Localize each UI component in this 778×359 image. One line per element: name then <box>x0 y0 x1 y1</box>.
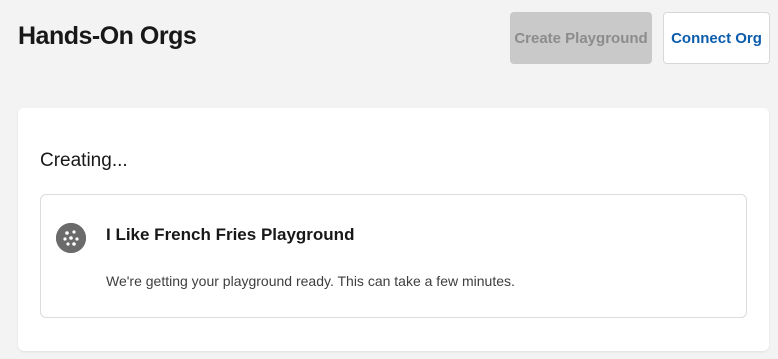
org-item: I Like French Fries Playground We're get… <box>40 194 747 318</box>
create-playground-button[interactable]: Create Playground <box>510 12 652 64</box>
connect-org-button[interactable]: Connect Org <box>663 12 770 64</box>
page-header: Hands-On Orgs Create Playground Connect … <box>0 0 778 90</box>
creating-card: Creating... I Like French Fries Playgrou… <box>18 108 769 351</box>
cookie-icon <box>56 223 86 253</box>
org-status-message: We're getting your playground ready. Thi… <box>106 273 515 289</box>
page-title: Hands-On Orgs <box>18 22 197 50</box>
org-name: I Like French Fries Playground <box>106 225 355 244</box>
creating-heading: Creating... <box>40 150 128 171</box>
